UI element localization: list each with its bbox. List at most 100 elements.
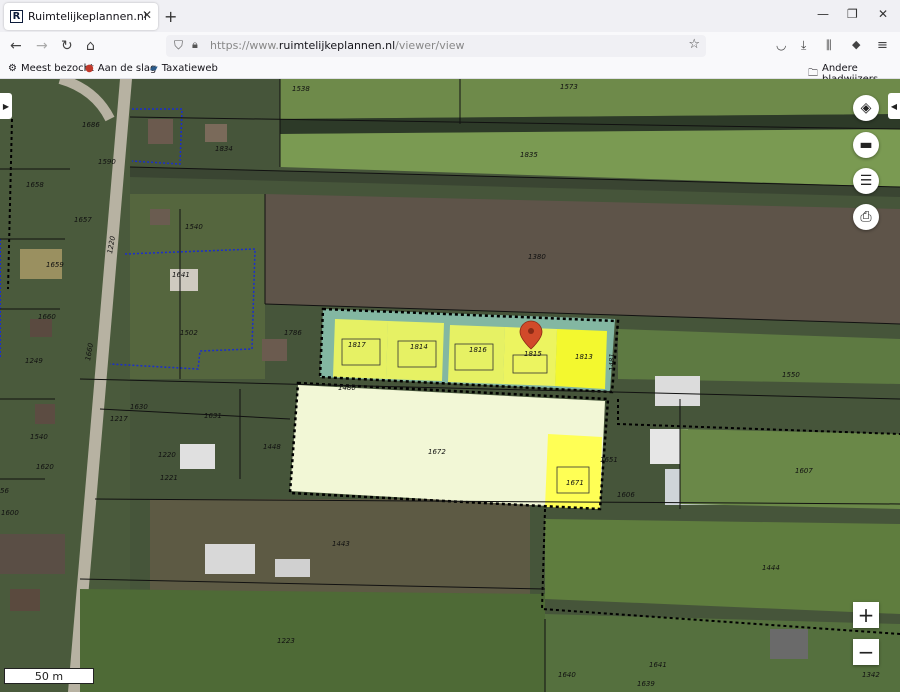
parcel-label: 1480 bbox=[338, 384, 356, 392]
bookmark-label: Taxatieweb bbox=[161, 63, 218, 74]
parcel-label: 1671 bbox=[566, 479, 584, 487]
download-icon[interactable]: ⤓ bbox=[801, 38, 806, 53]
field-1640 bbox=[545, 614, 900, 692]
minimize-icon[interactable]: — bbox=[817, 7, 829, 21]
parcel-label: 1657 bbox=[74, 216, 92, 224]
bookmark-meest-bezocht[interactable]: ⚙ Meest bezocht bbox=[8, 63, 94, 74]
restore-icon[interactable]: ❐ bbox=[847, 7, 858, 21]
parcel-label: 1481 bbox=[608, 353, 616, 371]
measure-ruler-icon[interactable]: ▬ bbox=[853, 132, 879, 158]
legend-list-icon[interactable]: ☰ bbox=[853, 168, 879, 194]
tab-title: Ruimtelijkeplannen.nl bbox=[28, 10, 147, 23]
parcel-label: 1538 bbox=[292, 85, 310, 93]
bookmark-taxatieweb[interactable]: ▰ Taxatieweb bbox=[150, 63, 218, 74]
field-1444 bbox=[545, 519, 900, 614]
bookmarks-bar: ⚙ Meest bezocht ● Aan de slag ▰ Taxatiew… bbox=[0, 60, 900, 85]
house bbox=[148, 119, 173, 144]
parcel-label: 1220 bbox=[158, 451, 176, 459]
house bbox=[150, 209, 170, 225]
parcel-label: 1620 bbox=[36, 463, 54, 471]
parcel-label: 1590 bbox=[98, 158, 116, 166]
house bbox=[180, 444, 215, 469]
parcel-label: 1658 bbox=[26, 181, 44, 189]
parcel-label: 1600 bbox=[1, 509, 19, 517]
close-window-icon[interactable]: ✕ bbox=[878, 7, 888, 21]
parcel-label: 1672 bbox=[428, 448, 446, 456]
parcel-label: 1550 bbox=[782, 371, 800, 379]
parcel-label: 1444 bbox=[762, 564, 780, 572]
aerial-map[interactable]: 1538 1573 1686 1834 1835 1590 1658 1657 … bbox=[0, 79, 900, 692]
parcel-label: 1834 bbox=[215, 145, 233, 153]
parcel-label: 1815 bbox=[524, 350, 542, 358]
map-viewer[interactable]: 1538 1573 1686 1834 1835 1590 1658 1657 … bbox=[0, 79, 900, 692]
extension-icon[interactable]: ◆ bbox=[852, 38, 860, 51]
parcel-1671 bbox=[545, 434, 602, 509]
home-icon[interactable]: ⌂ bbox=[86, 38, 95, 54]
house bbox=[10, 589, 40, 611]
parcel-1816 bbox=[448, 325, 505, 384]
greenhouse-1 bbox=[655, 376, 700, 406]
reload-icon[interactable]: ↻ bbox=[61, 38, 73, 54]
lock-icon[interactable]: 🔒︎ bbox=[192, 38, 198, 52]
menu-icon[interactable]: ≡ bbox=[877, 38, 888, 53]
print-icon[interactable]: ⎙ bbox=[853, 204, 879, 230]
layers-icon[interactable]: ◈ bbox=[853, 95, 879, 121]
field-top bbox=[280, 79, 900, 119]
parcel-label: 1217 bbox=[110, 415, 128, 423]
parcel-label: 1606 bbox=[617, 491, 635, 499]
url-bar[interactable]: ⛉ 🔒︎ https://www.ruimtelijkeplannen.nl/v… bbox=[166, 35, 706, 57]
field-sw bbox=[0, 534, 65, 574]
house bbox=[30, 319, 52, 337]
firefox-icon: ● bbox=[85, 63, 94, 74]
zoom-out-button[interactable]: − bbox=[853, 639, 879, 665]
tab-bar: R Ruimtelijkeplannen.nl ✕ + — ❐ ✕ bbox=[0, 0, 900, 32]
right-panel-toggle-icon[interactable]: ◀ bbox=[888, 93, 900, 119]
close-tab-icon[interactable]: ✕ bbox=[142, 8, 152, 22]
tab-ruimtelijkeplannen[interactable]: R Ruimtelijkeplannen.nl ✕ bbox=[4, 3, 158, 30]
parcel-label: 1380 bbox=[528, 253, 546, 261]
zoom-in-button[interactable]: + bbox=[853, 602, 879, 628]
parcel-label: 1342 bbox=[862, 671, 880, 679]
parcel-label: 1630 bbox=[130, 403, 148, 411]
parcel-label: 1660 bbox=[38, 313, 56, 321]
parcel-label: 1607 bbox=[795, 467, 813, 475]
field-1607 bbox=[680, 429, 900, 509]
parcel-label: 56 bbox=[0, 487, 9, 495]
site-favicon-icon: R bbox=[10, 10, 23, 23]
bookmark-label: Aan de slag bbox=[97, 63, 157, 74]
parcel-label: 1813 bbox=[575, 353, 593, 361]
parcel-label: 1249 bbox=[25, 357, 43, 365]
parcel-label: 1540 bbox=[185, 223, 203, 231]
house bbox=[205, 124, 227, 142]
parcel-label: 1223 bbox=[277, 637, 295, 645]
new-tab-icon[interactable]: + bbox=[164, 7, 177, 26]
parcel-label: 1639 bbox=[637, 680, 655, 688]
house bbox=[35, 404, 55, 424]
taxatieweb-icon: ▰ bbox=[150, 63, 158, 74]
shield-icon[interactable]: ⛉ bbox=[174, 38, 183, 53]
pocket-icon[interactable]: ◡ bbox=[776, 38, 786, 52]
parcel-label: 1835 bbox=[520, 151, 538, 159]
field-1380 bbox=[265, 194, 900, 324]
scale-bar: 50 m bbox=[4, 668, 94, 684]
bookmark-label: Meest bezocht bbox=[20, 63, 94, 74]
parcel-label: 1573 bbox=[560, 83, 578, 91]
left-panel-toggle-icon[interactable]: ▶ bbox=[0, 93, 12, 119]
forward-icon[interactable]: → bbox=[36, 38, 48, 54]
shed-1443 bbox=[275, 559, 310, 577]
url-text[interactable]: https://www.ruimtelijkeplannen.nl/viewer… bbox=[210, 39, 465, 52]
library-icon[interactable]: ⫼ bbox=[826, 38, 832, 53]
bookmark-star-icon[interactable]: ☆ bbox=[688, 37, 700, 52]
parcel-label: 1641 bbox=[172, 271, 190, 279]
parcel-label: 1221 bbox=[160, 474, 178, 482]
back-icon[interactable]: ← bbox=[10, 38, 22, 54]
parcel-label: 1641 bbox=[649, 661, 667, 669]
house bbox=[262, 339, 287, 361]
bookmark-aan-de-slag[interactable]: ● Aan de slag bbox=[85, 63, 156, 74]
parcel-label: 1631 bbox=[204, 412, 222, 420]
parcel-label: 1443 bbox=[332, 540, 350, 548]
parcel-label: 1540 bbox=[30, 433, 48, 441]
parcel-label: 1651 bbox=[600, 456, 618, 464]
parcel-label: 1786 bbox=[284, 329, 302, 337]
parcel-label: 1814 bbox=[410, 343, 428, 351]
